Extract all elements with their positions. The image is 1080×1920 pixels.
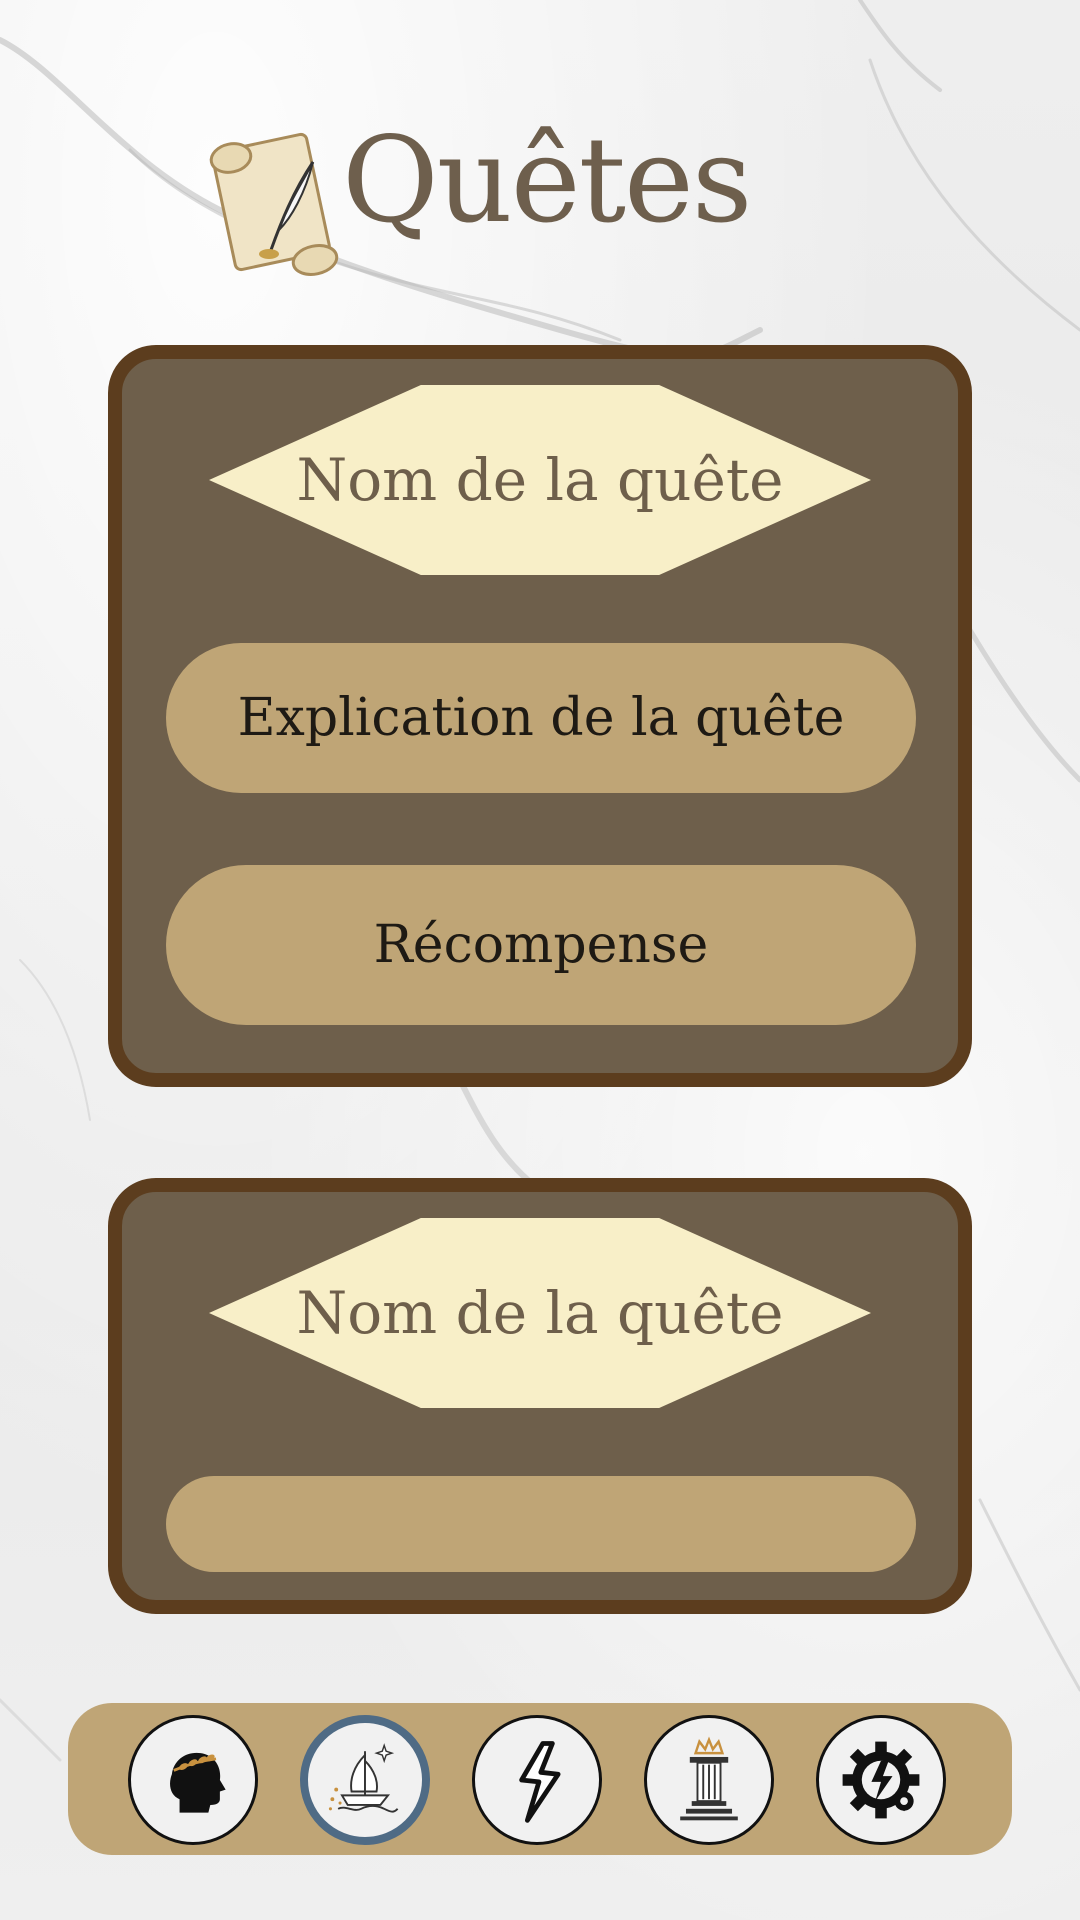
quest-card[interactable]: Nom de la quête Explication de la quête … xyxy=(108,345,972,1087)
column-crown-icon xyxy=(680,1736,738,1821)
gear-lightning-icon xyxy=(842,1741,920,1819)
quest-name-banner: Nom de la quête xyxy=(209,385,871,575)
lightning-icon xyxy=(519,1741,561,1823)
quest-name-banner: Nom de la quête xyxy=(209,1218,871,1408)
quest-card[interactable]: Nom de la quête xyxy=(108,1178,972,1614)
nav-quests-button[interactable] xyxy=(300,1715,430,1845)
quest-reward-button[interactable]: Récompense xyxy=(166,865,916,1025)
scroll-quill-icon xyxy=(195,122,355,292)
nav-settings-button[interactable] xyxy=(816,1715,946,1845)
nav-power-button[interactable] xyxy=(472,1715,602,1845)
laurel-head-icon xyxy=(170,1752,226,1813)
nav-profile-button[interactable] xyxy=(128,1715,258,1845)
page-title: Quêtes xyxy=(342,111,752,249)
ship-icon xyxy=(328,1743,399,1813)
quest-description: Explication de la quête xyxy=(166,643,916,793)
bottom-nav-bar xyxy=(68,1703,1012,1855)
page-header: Quêtes xyxy=(0,110,1080,300)
nav-temple-button[interactable] xyxy=(644,1715,774,1845)
quest-description xyxy=(166,1476,916,1572)
